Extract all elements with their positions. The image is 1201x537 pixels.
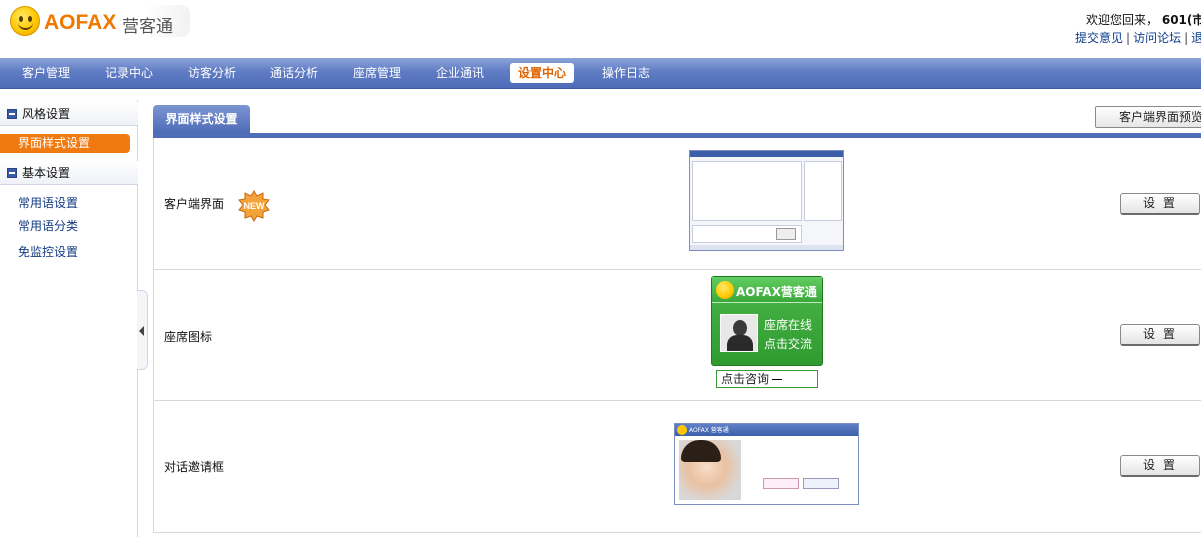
nav-settings-center[interactable]: 设置中心 [510, 63, 575, 83]
logo-subtitle: 营客通 [122, 17, 173, 37]
sidebar-item-ui-style[interactable]: 界面样式设置 [0, 134, 130, 153]
logo-text: AOFAX [44, 11, 117, 34]
settings-row-invite-dialog: 对话邀请框 AOFAX 营客通 设置 [154, 401, 1201, 533]
seat-brand: AOFAX营客通 [736, 285, 817, 299]
sidebar-item-no-monitor[interactable]: 免监控设置 [18, 243, 78, 260]
nav-visitor-analysis[interactable]: 访客分析 [180, 63, 244, 83]
sidebar-collapse-handle[interactable] [137, 290, 148, 370]
app-logo[interactable]: AOFAX 营客通 [4, 5, 190, 37]
settings-list: 客户端界面 NEW 设置 座席图标 AOFAX营客通 座席在线 点击交流 点击咨… [153, 138, 1201, 533]
row-label: 客户端界面 [164, 197, 225, 211]
seat-icon-preview[interactable]: AOFAX营客通 座席在线 点击交流 [711, 276, 823, 366]
sidebar-section-basic[interactable]: 基本设置 [0, 161, 138, 185]
agent-avatar [720, 314, 758, 352]
nav-operation-log[interactable]: 操作日志 [594, 63, 658, 83]
welcome-text: 欢迎您回来， [1086, 13, 1159, 27]
seat-chat-text: 点击交流 [764, 337, 813, 351]
smiley-icon [677, 425, 687, 435]
tab-ui-style[interactable]: 界面样式设置 [153, 105, 250, 134]
welcome-message: 欢迎您回来， 601(市 [1086, 11, 1201, 28]
client-ui-settings-button[interactable]: 设置 [1120, 193, 1200, 215]
consult-label: 点击咨询 [721, 372, 770, 386]
current-user: 601(市 [1161, 13, 1201, 27]
sidebar: 风格设置 界面样式设置 基本设置 常用语设置 常用语分类 免监控设置 [0, 100, 138, 537]
nav-enterprise-comm[interactable]: 企业通讯 [428, 63, 492, 83]
top-links: 提交意见 | 访问论坛 | 退 [1075, 29, 1201, 46]
consult-text-link[interactable]: 点击咨询 [716, 370, 818, 388]
main-nav: 客户管理 记录中心 访客分析 通话分析 座席管理 企业通讯 设置中心 操作日志 [0, 58, 1201, 89]
invite-dialog-settings-button[interactable]: 设置 [1120, 455, 1200, 477]
collapse-icon [7, 109, 17, 119]
nav-seat-management[interactable]: 座席管理 [345, 63, 409, 83]
logout-link[interactable]: 退 [1191, 31, 1201, 45]
smiley-logo-icon [10, 6, 40, 36]
row-label: 对话邀请框 [164, 460, 225, 474]
svg-text:NEW: NEW [244, 201, 266, 211]
settings-row-client-ui: 客户端界面 NEW 设置 [154, 138, 1201, 270]
collapse-icon [7, 168, 17, 178]
nav-record-center[interactable]: 记录中心 [97, 63, 161, 83]
smiley-icon [716, 281, 734, 299]
sidebar-item-phrase-categories[interactable]: 常用语分类 [18, 217, 78, 234]
sidebar-item-phrases[interactable]: 常用语设置 [18, 194, 78, 211]
client-preview-button[interactable]: 客户端界面预览 [1095, 106, 1201, 128]
seat-icon-settings-button[interactable]: 设置 [1120, 324, 1200, 346]
sidebar-section-title: 基本设置 [22, 166, 71, 180]
client-ui-thumbnail[interactable] [689, 150, 844, 251]
seat-online-text: 座席在线 [764, 318, 813, 332]
invite-title: AOFAX 营客通 [689, 427, 729, 434]
forum-link[interactable]: 访问论坛 [1133, 31, 1181, 45]
settings-row-seat-icon: 座席图标 AOFAX营客通 座席在线 点击交流 点击咨询 设置 [154, 270, 1201, 401]
nav-customer-management[interactable]: 客户管理 [14, 63, 78, 83]
new-badge-icon: NEW [238, 190, 270, 222]
invite-dialog-thumbnail[interactable]: AOFAX 营客通 [674, 423, 859, 505]
nav-call-analysis[interactable]: 通话分析 [262, 63, 326, 83]
row-label: 座席图标 [164, 330, 213, 344]
sidebar-section-style[interactable]: 风格设置 [0, 102, 138, 126]
feedback-link[interactable]: 提交意见 [1075, 31, 1123, 45]
sidebar-section-title: 风格设置 [22, 107, 71, 121]
top-header: AOFAX 营客通 欢迎您回来， 601(市 提交意见 | 访问论坛 | 退 [0, 0, 1201, 58]
